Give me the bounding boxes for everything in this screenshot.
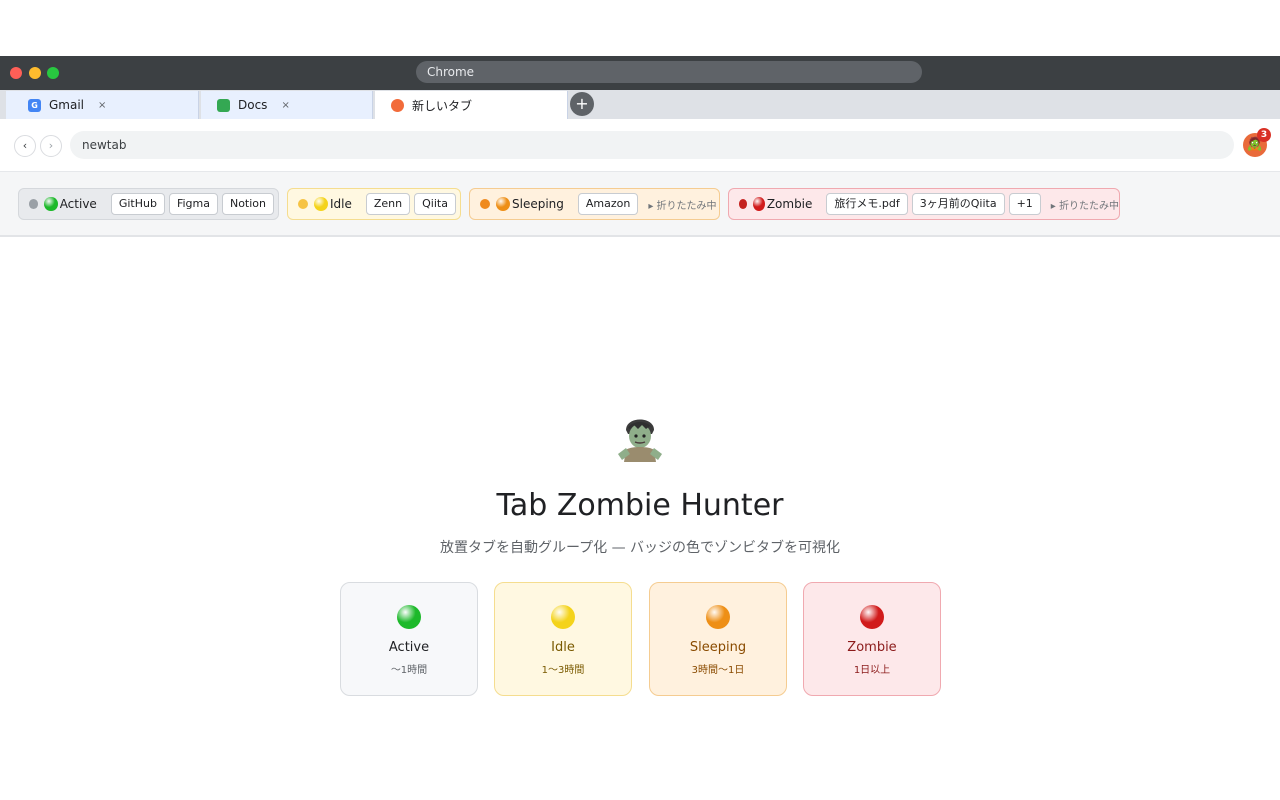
more-tabs-chip[interactable]: +1 [1008,193,1041,215]
tab-label: 新しいタブ [412,98,473,113]
close-icon[interactable]: × [281,100,289,111]
tab-chip[interactable]: 3ヶ月前のQiita [911,193,1005,215]
status-card-idle: Idle 1〜3時間 [494,582,632,696]
collapsed-indicator[interactable]: ▸ 折りたたみ中 [1051,197,1119,212]
tab-chip[interactable]: Figma [168,193,218,215]
green-circle-icon [44,197,58,211]
close-icon[interactable]: × [98,100,106,111]
tab-group-active[interactable]: Active GitHub Figma Notion [18,188,279,220]
page-title: Tab Zombie Hunter [496,488,784,523]
card-title: Zombie [847,640,897,655]
zombie-count-badge: 3 [1257,128,1271,142]
status-card-sleeping: Sleeping 3時間〜1日 [649,582,787,696]
tab-group-zombie[interactable]: Zombie 旅行メモ.pdf 3ヶ月前のQiita +1 ▸ 折りたたみ中 [728,188,1120,220]
zombie-icon [612,406,668,462]
new-tab-button[interactable]: + [570,92,594,116]
card-title: Active [388,640,430,655]
tab-gmail[interactable]: G Gmail × [6,91,199,119]
card-title: Sleeping [689,640,747,655]
tab-group-idle[interactable]: Idle Zenn Qiita [287,188,461,220]
group-dot [29,199,39,209]
tab-chip[interactable]: 旅行メモ.pdf [826,193,908,215]
status-card-zombie: Zombie 1日以上 [803,582,941,696]
group-label: Idle [330,197,352,211]
tab-chip[interactable]: GitHub [110,193,165,215]
back-button[interactable]: ‹ [14,135,36,157]
tab-chip[interactable]: Qiita [414,193,456,215]
yellow-circle-icon [551,605,575,629]
tab-label: Gmail [49,98,85,112]
gmail-icon: G [28,98,41,112]
browser-window: Chrome G Gmail × Docs × 新しいタブ + ‹ › newt… [0,56,1280,800]
zoom-window-button[interactable] [47,67,59,79]
group-label: Zombie [766,197,813,211]
orange-circle-icon [496,197,510,211]
orange-circle-icon [706,605,730,629]
group-label: Sleeping [512,197,564,211]
forward-button[interactable]: › [40,135,62,157]
tab-strip: G Gmail × Docs × 新しいタブ + [0,90,1280,119]
toolbar: ‹ › newtab 🧟 3 [0,119,1280,171]
address-bar[interactable]: newtab [70,131,1234,159]
collapsed-indicator[interactable]: ▸ 折りたたみ中 [648,197,716,212]
tab-chip[interactable]: Amazon [577,193,639,215]
card-range: 3時間〜1日 [691,665,745,676]
red-circle-icon [860,605,884,629]
tab-group-bar: Active GitHub Figma Notion Idle Zenn Qii… [0,171,1280,237]
docs-icon [217,98,230,112]
tab-new-tab[interactable]: 新しいタブ [375,91,568,119]
group-dot [739,199,748,209]
red-circle-icon [753,197,765,211]
minimize-window-button[interactable] [29,67,41,79]
status-card-active: Active 〜1時間 [340,582,478,696]
card-range: 〜1時間 [390,665,428,676]
yellow-circle-icon [314,197,328,211]
tab-chip[interactable]: Zenn [365,193,411,215]
page-subtitle: 放置タブを自動グループ化 — バッジの色でゾンビタブを可視化 [439,540,841,556]
card-title: Idle [551,640,575,655]
group-dot [480,199,490,209]
close-window-button[interactable] [10,67,22,79]
tab-group-sleeping[interactable]: Sleeping Amazon ▸ 折りたたみ中 [469,188,720,220]
group-label: Active [59,197,97,211]
card-range: 1日以上 [853,665,891,676]
zombie-hunter-icon [391,98,404,112]
group-dot [298,199,308,209]
tab-docs[interactable]: Docs × [201,91,373,119]
card-range: 1〜3時間 [541,665,585,676]
green-circle-icon [397,605,421,629]
tab-label: Docs [238,98,268,112]
window-title: Chrome [416,61,922,83]
tab-chip[interactable]: Notion [221,193,274,215]
title-bar: Chrome [0,56,1280,90]
